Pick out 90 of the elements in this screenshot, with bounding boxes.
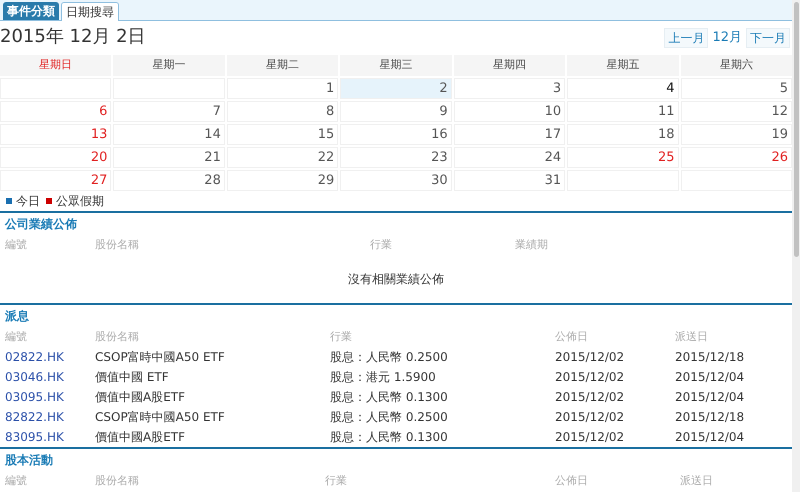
- column-header: 編號: [5, 236, 28, 253]
- day-cell[interactable]: 28: [113, 170, 225, 191]
- stock-code-link[interactable]: 03046.HK: [5, 368, 95, 386]
- table-cell-text: 2015/12/18: [675, 349, 746, 366]
- day-cell[interactable]: 29: [226, 170, 338, 191]
- section-title: 股本活動: [5, 452, 54, 469]
- stock-code-link[interactable]: 03095.HK: [5, 388, 95, 406]
- section-title: 派息: [5, 308, 30, 325]
- day-cell[interactable]: 9: [340, 101, 452, 122]
- day-cell[interactable]: 1: [226, 78, 338, 99]
- stock-code-link[interactable]: 82822.HK: [5, 408, 95, 426]
- day-cell[interactable]: 27: [0, 170, 112, 191]
- column-header: 編號: [5, 472, 28, 489]
- day-cell[interactable]: 2: [340, 78, 452, 99]
- current-month: 12月: [712, 29, 742, 48]
- column-header: 行業: [330, 328, 353, 345]
- legend-label: 今日: [16, 193, 40, 210]
- table-cell-text: 2015/12/02: [555, 349, 626, 366]
- column-header: 股份名稱: [95, 328, 140, 345]
- column-header: 公佈日: [555, 472, 589, 489]
- table-cell-text: 2015/12/18: [675, 409, 746, 426]
- column-header: 行業: [370, 236, 393, 253]
- date-title: 2015年 12月 2日: [0, 28, 146, 46]
- table-cell-text: 股息：人民幣 0.1300: [330, 429, 449, 446]
- day-cell[interactable]: 5: [680, 78, 792, 99]
- day-cell[interactable]: 7: [113, 101, 225, 122]
- table-cell-text: CSOP富時中國A50 ETF: [95, 409, 226, 426]
- weekday-header: 星期六: [680, 55, 792, 76]
- table-cell-text: 股息：人民幣 0.2500: [330, 349, 449, 366]
- empty-message: 沒有相關業績公佈: [348, 271, 444, 288]
- day-cell[interactable]: 19: [680, 124, 792, 145]
- weekday-header: 星期三: [340, 55, 452, 76]
- day-cell[interactable]: 15: [226, 124, 338, 145]
- table-cell-text: 股息：人民幣 0.1300: [330, 389, 449, 406]
- table-cell-text: 價值中國A股ETF: [95, 389, 186, 406]
- table-cell-text: 股息：港元 1.5900: [330, 369, 437, 386]
- table-cell-text: 2015/12/02: [555, 429, 626, 446]
- weekday-header: 星期五: [567, 55, 679, 76]
- weekday-header: 星期一: [113, 55, 225, 76]
- day-cell[interactable]: 22: [226, 147, 338, 168]
- day-cell[interactable]: 10: [454, 101, 566, 122]
- day-cell[interactable]: 6: [0, 101, 112, 122]
- table-cell-text: 2015/12/04: [675, 369, 746, 386]
- day-cell[interactable]: 25: [567, 147, 679, 168]
- next-month-button[interactable]: 下一月: [746, 28, 790, 48]
- day-cell[interactable]: 31: [454, 170, 566, 191]
- day-cell[interactable]: 8: [226, 101, 338, 122]
- column-header: 股份名稱: [95, 472, 140, 489]
- column-header: 股份名稱: [95, 236, 140, 253]
- weekday-header: 星期日: [0, 55, 112, 76]
- day-cell[interactable]: 16: [340, 124, 452, 145]
- day-cell[interactable]: 20: [0, 147, 112, 168]
- table-cell-text: 價值中國 ETF: [95, 369, 170, 386]
- column-header: 派送日: [680, 472, 714, 489]
- column-header: 編號: [5, 328, 28, 345]
- day-cell[interactable]: 21: [113, 147, 225, 168]
- weekday-header: 星期四: [454, 55, 566, 76]
- table-cell-text: 2015/12/02: [555, 409, 626, 426]
- day-cell[interactable]: 24: [454, 147, 566, 168]
- day-cell[interactable]: 14: [113, 124, 225, 145]
- weekday-header: 星期二: [226, 55, 338, 76]
- day-cell[interactable]: 11: [567, 101, 679, 122]
- stock-code-link[interactable]: 83095.HK: [5, 428, 95, 446]
- day-cell[interactable]: 23: [340, 147, 452, 168]
- day-cell[interactable]: 4: [567, 78, 679, 99]
- table-cell-text: 價值中國A股ETF: [95, 429, 186, 446]
- column-header: 公佈日: [555, 328, 589, 345]
- table-cell-text: 2015/12/02: [555, 369, 626, 386]
- stock-code-link[interactable]: 02822.HK: [5, 348, 95, 366]
- table-cell-text: 2015/12/04: [675, 389, 746, 406]
- table-cell-text: CSOP富時中國A50 ETF: [95, 349, 226, 366]
- tab[interactable]: 事件分類: [3, 2, 59, 20]
- day-cell[interactable]: 17: [454, 124, 566, 145]
- day-cell[interactable]: 12: [680, 101, 792, 122]
- column-header: 業績期: [515, 236, 549, 253]
- day-cell[interactable]: 26: [680, 147, 792, 168]
- day-cell[interactable]: 3: [454, 78, 566, 99]
- previous-month-button[interactable]: 上一月: [664, 28, 708, 48]
- section-title: 公司業績公佈: [5, 216, 78, 233]
- table-cell-text: 股息：人民幣 0.2500: [330, 409, 449, 426]
- tab[interactable]: 日期搜尋: [61, 2, 119, 21]
- day-cell[interactable]: 30: [340, 170, 452, 191]
- column-header: 行業: [325, 472, 348, 489]
- legend-label: 公眾假期: [56, 193, 104, 210]
- column-header: 派送日: [675, 328, 709, 345]
- day-cell[interactable]: 13: [0, 124, 112, 145]
- scrollbar[interactable]: [792, 0, 800, 492]
- day-cell[interactable]: 18: [567, 124, 679, 145]
- table-cell-text: 2015/12/02: [555, 389, 626, 406]
- table-cell-text: 2015/12/04: [675, 429, 746, 446]
